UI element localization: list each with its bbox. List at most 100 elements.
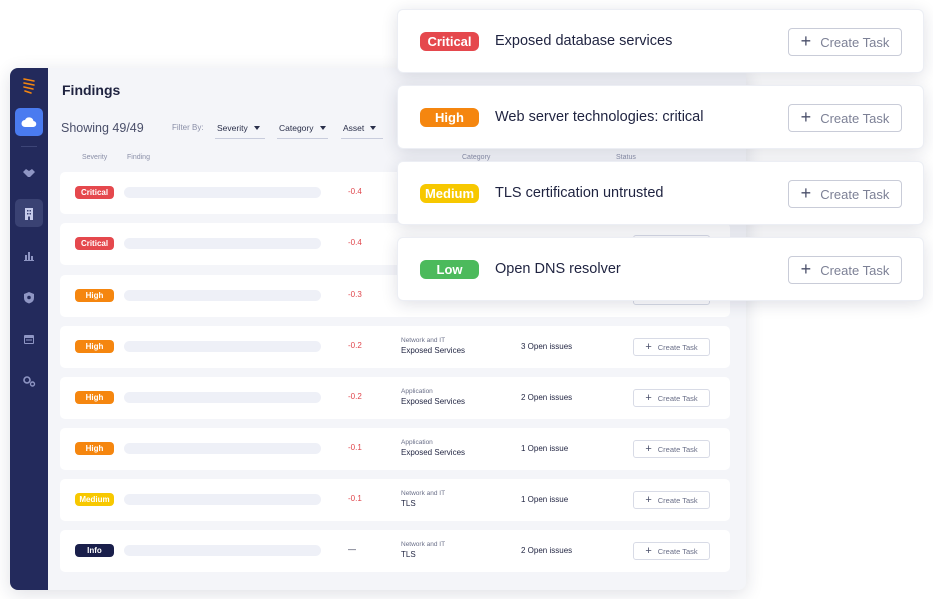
create-task-button[interactable]: + Create Task [633,491,710,509]
page-title: Findings [62,82,121,98]
status-text: 1 Open issue [521,495,569,504]
sidebar-item-reports[interactable] [15,241,43,269]
sidebar-item-partners[interactable] [15,159,43,187]
score-delta: -0.2 [348,341,362,350]
sidebar-item-cloud[interactable] [15,108,43,136]
create-task-button[interactable]: + Create Task [788,180,902,208]
status-text: 2 Open issues [521,393,573,402]
plus-icon: + [800,259,812,279]
score-delta: -0.4 [348,187,362,196]
severity-badge: High [75,391,114,404]
plus-icon: + [800,31,812,51]
plus-icon: + [645,442,652,455]
finding-placeholder [124,187,321,198]
score-delta: -0.1 [348,443,362,452]
create-task-label: Create Task [820,110,890,126]
plus-icon: + [645,493,652,506]
severity-badge: Medium [420,184,479,203]
severity-badge: High [75,442,114,455]
severity-badge: Medium [75,493,114,506]
plus-icon: + [645,391,652,404]
bar-chart-icon [24,252,34,261]
sidebar-item-organization[interactable] [15,199,43,227]
category-cell: Network and IT Exposed Services [401,336,465,356]
table-row[interactable]: High -0.1 Application Exposed Services 1 Ope… [60,428,730,470]
create-task-button[interactable]: + Create Task [633,542,710,560]
table-row[interactable]: Medium -0.1 Network and IT TLS 1 Open issue +… [60,479,730,521]
finding-card: High Web server technologies: critical + Cr… [397,85,924,149]
sidebar-item-settings[interactable] [15,367,43,395]
score-delta: -0.2 [348,392,362,401]
score-delta: -0.1 [348,494,362,503]
table-row[interactable]: High -0.2 Network and IT Exposed Services 3 … [60,326,730,368]
severity-badge: High [75,289,114,302]
severity-badge: High [75,340,114,353]
create-task-button[interactable]: + Create Task [788,104,902,132]
category-cell: Network and IT TLS [401,540,445,560]
table-row[interactable]: Info — Network and IT TLS 2 Open issues + Crea… [60,530,730,572]
category-name: Exposed Services [401,448,466,457]
filter-severity[interactable]: Severity [215,117,265,139]
chevron-down-icon [370,125,377,130]
chevron-down-icon [319,125,326,130]
filter-asset[interactable]: Asset [341,117,383,139]
severity-badge: Critical [75,237,114,250]
category-name: Exposed Services [401,346,466,355]
finding-placeholder [124,341,321,352]
category-name: TLS [401,499,416,508]
score-delta: — [348,545,356,554]
sidebar-divider [21,146,37,147]
finding-card: Critical Exposed database services + Create… [397,9,924,73]
filter-category[interactable]: Category [277,117,328,139]
finding-title: TLS certification untrusted [495,185,664,201]
severity-badge: High [420,108,479,127]
stage: Findings Showing 49/49 Filter By: Severi… [0,0,933,599]
column-header-severity: Severity [82,154,108,161]
sidebar-item-security[interactable] [15,283,43,311]
create-task-label: Create Task [820,34,890,50]
table-row[interactable]: High -0.2 Application Exposed Services 2 Ope… [60,377,730,419]
category-cell: Network and IT TLS [401,489,445,509]
create-task-button[interactable]: + Create Task [633,389,710,407]
create-task-label: Create Task [820,262,890,278]
create-task-label: Create Task [657,393,698,403]
finding-placeholder [124,392,321,403]
column-header-finding: Finding [127,154,150,161]
filter-label: Filter By: [172,123,204,132]
category-group: Network and IT [401,541,446,548]
score-delta: -0.4 [348,238,362,247]
status-text: 3 Open issues [521,342,573,351]
finding-title: Open DNS resolver [495,261,621,277]
logo-icon [23,78,35,94]
sidebar [10,68,48,590]
building-icon [25,207,33,220]
create-task-label: Create Task [820,186,890,202]
plus-icon: + [645,340,652,353]
category-name: Exposed Services [401,397,466,406]
finding-placeholder [124,290,321,301]
finding-card: Low Open DNS resolver + Create Task [397,237,924,301]
create-task-label: Create Task [657,342,698,352]
create-task-button[interactable]: + Create Task [788,28,902,56]
score-delta: -0.3 [348,290,362,299]
create-task-button[interactable]: + Create Task [633,440,710,458]
filter-category-label: Category [279,122,314,133]
column-header-category: Category [462,154,491,161]
chevron-down-icon [253,125,260,130]
finding-card: Medium TLS certification untrusted + Create… [397,161,924,225]
finding-placeholder [124,238,321,249]
category-name: TLS [401,550,416,559]
status-text: 1 Open issue [521,444,569,453]
category-group: Application [401,388,433,395]
create-task-button[interactable]: + Create Task [633,338,710,356]
results-count: Showing 49/49 [61,121,144,135]
create-task-button[interactable]: + Create Task [788,256,902,284]
filter-asset-label: Asset [343,122,365,133]
finding-placeholder [124,545,321,556]
finding-title: Exposed database services [495,33,673,49]
create-task-label: Create Task [657,495,698,505]
severity-badge: Info [75,544,114,557]
category-group: Network and IT [401,490,446,497]
status-text: 2 Open issues [521,546,573,555]
sidebar-item-calendar[interactable] [15,325,43,353]
